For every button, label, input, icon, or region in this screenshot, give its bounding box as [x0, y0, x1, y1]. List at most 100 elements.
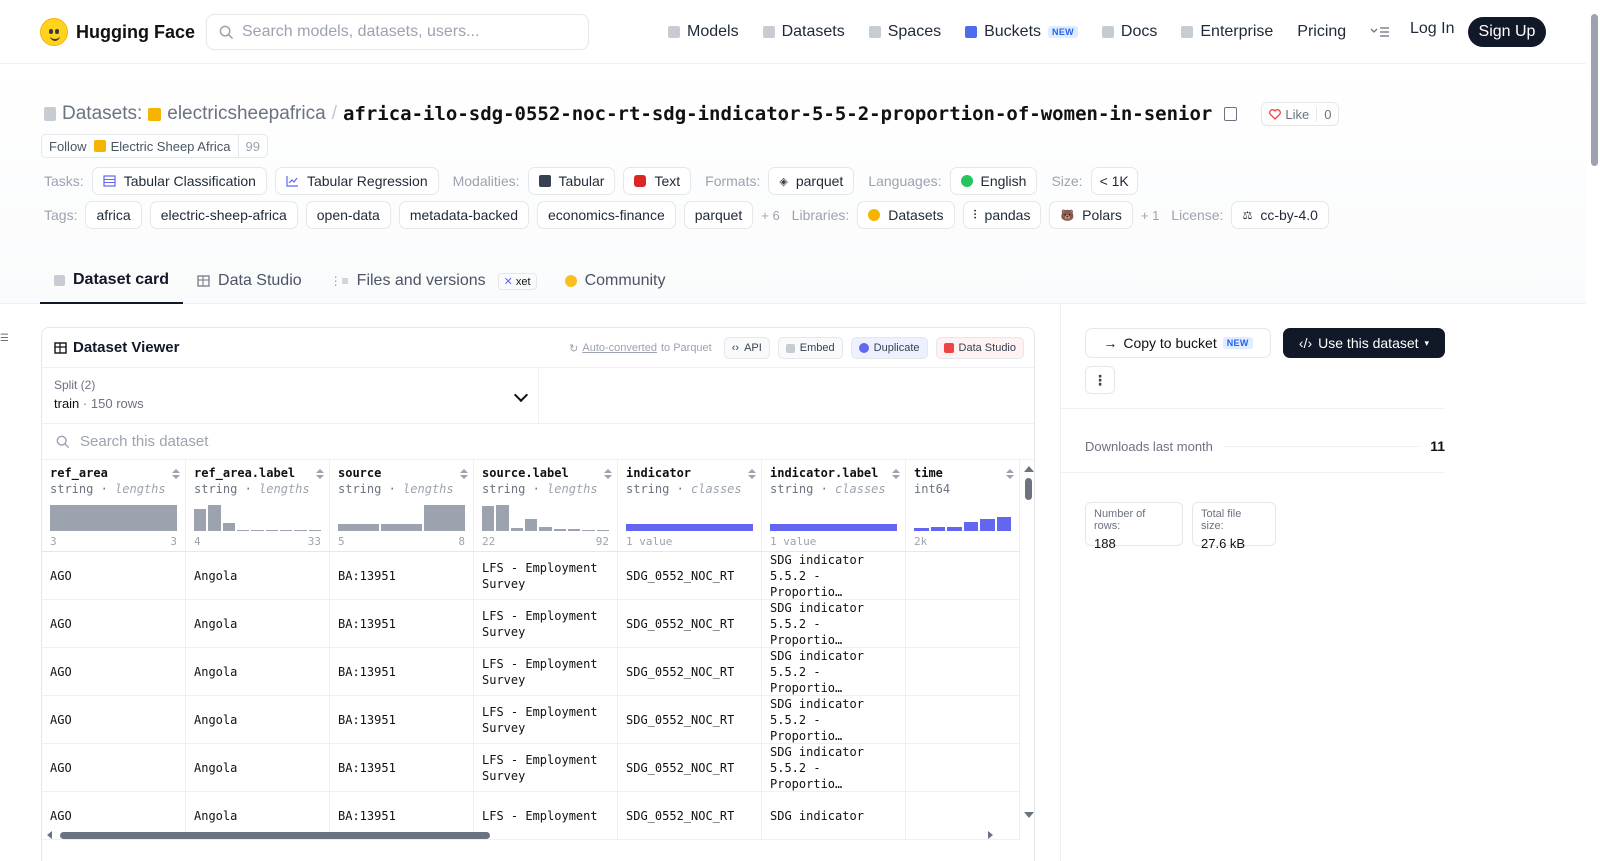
- language-english[interactable]: English: [949, 167, 1038, 195]
- table-cell[interactable]: [906, 648, 1020, 695]
- table-row[interactable]: AGO Angola BA:13951 LFS - Employment Survey…: [42, 648, 1020, 696]
- tag-pill[interactable]: electric-sheep-africa: [149, 201, 298, 229]
- table-cell[interactable]: SDG indicator 5.5.2 - Proportio…: [762, 648, 906, 695]
- table-cell[interactable]: LFS - Employment Survey: [474, 600, 618, 647]
- library-pandas[interactable]: ⫶ pandas: [962, 201, 1042, 229]
- table-cell[interactable]: SDG_0552_NOC_RT: [618, 600, 762, 647]
- column-header[interactable]: source.label string · lengths 22 92: [474, 460, 618, 551]
- auto-converted-link[interactable]: Auto-converted: [582, 342, 657, 354]
- scroll-up-icon[interactable]: [1024, 466, 1034, 472]
- brand-logo[interactable]: Hugging Face: [40, 18, 195, 46]
- task-tabular-classification[interactable]: Tabular Classification: [91, 167, 267, 195]
- table-cell[interactable]: SDG_0552_NOC_RT: [618, 696, 762, 743]
- embed-button[interactable]: Embed: [777, 337, 843, 359]
- use-this-dataset-button[interactable]: ‹/› Use this dataset ▾: [1283, 328, 1445, 358]
- table-cell[interactable]: LFS - Employment Survey: [474, 744, 618, 791]
- table-cell[interactable]: AGO: [42, 552, 186, 599]
- like-button[interactable]: Like 0: [1261, 102, 1340, 126]
- tab-data-studio[interactable]: Data Studio: [183, 258, 316, 304]
- column-header[interactable]: indicator.label string · classes 1 value: [762, 460, 906, 551]
- sidebar-toggle-icon[interactable]: ☰: [0, 333, 9, 344]
- nav-pricing[interactable]: Pricing: [1297, 20, 1346, 44]
- modality-tabular[interactable]: Tabular: [527, 167, 616, 195]
- tag-pill[interactable]: open-data: [305, 201, 391, 229]
- scroll-right-icon[interactable]: [988, 831, 993, 839]
- table-cell[interactable]: SDG_0552_NOC_RT: [618, 552, 762, 599]
- column-header[interactable]: source string · lengths 5 8: [330, 460, 474, 551]
- copy-icon[interactable]: [1224, 107, 1238, 121]
- column-header[interactable]: time int64 2k: [906, 460, 1020, 551]
- table-row[interactable]: AGO Angola BA:13951 LFS - Employment Survey…: [42, 552, 1020, 600]
- table-cell[interactable]: SDG indicator 5.5.2 - Proportio…: [762, 744, 906, 791]
- scroll-down-icon[interactable]: [1024, 812, 1034, 818]
- nav-spaces[interactable]: Spaces: [868, 20, 941, 44]
- tab-dataset-card[interactable]: Dataset card: [40, 258, 184, 304]
- nav-menu[interactable]: [1370, 20, 1390, 44]
- task-tabular-regression[interactable]: Tabular Regression: [274, 167, 439, 195]
- table-cell[interactable]: [906, 600, 1020, 647]
- table-cell[interactable]: AGO: [42, 648, 186, 695]
- tag-pill[interactable]: economics-finance: [537, 201, 676, 229]
- table-row[interactable]: AGO Angola BA:13951 LFS - Employment Survey…: [42, 744, 1020, 792]
- table-cell[interactable]: BA:13951: [330, 696, 474, 743]
- sort-icon[interactable]: [172, 469, 180, 479]
- table-cell[interactable]: BA:13951: [330, 600, 474, 647]
- sort-icon[interactable]: [892, 469, 900, 479]
- nav-enterprise[interactable]: Enterprise: [1181, 20, 1273, 44]
- dataset-search[interactable]: Search this dataset: [42, 424, 1034, 460]
- license-pill[interactable]: ⚖ cc-by-4.0: [1231, 201, 1329, 229]
- sort-icon[interactable]: [748, 469, 756, 479]
- follow-button[interactable]: Follow Electric Sheep Africa 99: [41, 134, 268, 158]
- sort-icon[interactable]: [604, 469, 612, 479]
- sort-icon[interactable]: [316, 469, 324, 479]
- libraries-more[interactable]: + 1: [1141, 208, 1159, 223]
- scroll-left-icon[interactable]: [47, 831, 52, 839]
- size-pill[interactable]: < 1K: [1090, 167, 1138, 195]
- table-cell[interactable]: AGO: [42, 600, 186, 647]
- vertical-scroll-thumb[interactable]: [1025, 478, 1032, 500]
- column-header[interactable]: ref_area.label string · lengths 4 33: [186, 460, 330, 551]
- tab-files-and-versions[interactable]: ⋮≡ Files and versions ✕ xet: [316, 258, 551, 304]
- more-options-button[interactable]: ⋮: [1085, 366, 1115, 394]
- nav-models[interactable]: Models: [668, 20, 739, 44]
- repo-owner-link[interactable]: electricsheepafrica: [167, 103, 325, 125]
- copy-to-bucket-button[interactable]: → Copy to bucket NEW: [1085, 328, 1271, 358]
- tag-pill[interactable]: metadata-backed: [398, 201, 530, 229]
- api-button[interactable]: ‹› API: [723, 337, 770, 359]
- table-cell[interactable]: LFS - Employment Survey: [474, 696, 618, 743]
- table-cell[interactable]: Angola: [186, 744, 330, 791]
- table-cell[interactable]: [906, 552, 1020, 599]
- table-row[interactable]: AGO Angola BA:13951 LFS - Employment Survey…: [42, 600, 1020, 648]
- nav-docs[interactable]: Docs: [1101, 20, 1157, 44]
- tab-community[interactable]: Community: [551, 258, 680, 304]
- data-studio-button[interactable]: Data Studio: [935, 337, 1024, 359]
- login-link[interactable]: Log In: [1410, 20, 1454, 38]
- horizontal-scroll-thumb[interactable]: [60, 832, 490, 839]
- signup-button[interactable]: Sign Up: [1468, 17, 1546, 47]
- tags-more[interactable]: + 6: [761, 208, 779, 223]
- table-cell[interactable]: [906, 744, 1020, 791]
- library-polars[interactable]: 🐻 Polars: [1049, 201, 1133, 229]
- table-cell[interactable]: SDG_0552_NOC_RT: [618, 648, 762, 695]
- table-cell[interactable]: LFS - Employment Survey: [474, 552, 618, 599]
- library-datasets[interactable]: Datasets: [857, 201, 955, 229]
- table-cell[interactable]: BA:13951: [330, 552, 474, 599]
- table-cell[interactable]: SDG indicator 5.5.2 - Proportio…: [762, 600, 906, 647]
- split-selector[interactable]: Split (2) train · 150 rows: [42, 368, 539, 423]
- table-cell[interactable]: Angola: [186, 696, 330, 743]
- global-search[interactable]: [206, 14, 589, 50]
- table-row[interactable]: AGO Angola BA:13951 LFS - Employment Survey…: [42, 696, 1020, 744]
- table-cell[interactable]: Angola: [186, 552, 330, 599]
- table-cell[interactable]: AGO: [42, 744, 186, 791]
- table-cell[interactable]: SDG indicator 5.5.2 - Proportio…: [762, 552, 906, 599]
- tag-pill[interactable]: africa: [85, 201, 142, 229]
- tag-pill[interactable]: parquet: [683, 201, 754, 229]
- modality-text[interactable]: Text: [623, 167, 692, 195]
- column-header[interactable]: ref_area string · lengths 3 3: [42, 460, 186, 551]
- nav-datasets[interactable]: Datasets: [762, 20, 845, 44]
- vertical-scrollbar[interactable]: [1021, 460, 1034, 820]
- table-cell[interactable]: Angola: [186, 600, 330, 647]
- table-cell[interactable]: BA:13951: [330, 744, 474, 791]
- table-cell[interactable]: SDG_0552_NOC_RT: [618, 744, 762, 791]
- table-cell[interactable]: LFS - Employment Survey: [474, 648, 618, 695]
